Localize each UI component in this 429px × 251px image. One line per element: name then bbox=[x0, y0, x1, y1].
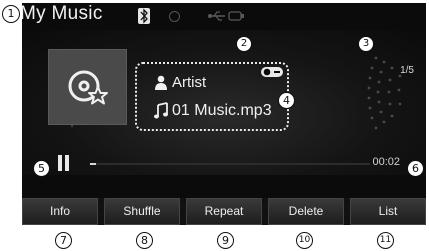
bluetooth-icon bbox=[138, 8, 150, 24]
callout-5: 5 bbox=[33, 160, 50, 177]
callout-6: 6 bbox=[407, 160, 424, 177]
progress-fill bbox=[90, 163, 96, 165]
list-button[interactable]: List bbox=[350, 198, 426, 225]
speaker-pattern-right bbox=[367, 56, 402, 130]
button-bar: Info Shuffle Repeat Delete List bbox=[22, 198, 426, 225]
repeat-one-icon bbox=[261, 67, 283, 77]
artist-label: Artist bbox=[172, 74, 207, 91]
repeat-button[interactable]: Repeat bbox=[186, 198, 262, 225]
callout-8: 8 bbox=[136, 232, 153, 249]
callout-1: 1 bbox=[2, 5, 20, 23]
pause-button[interactable] bbox=[58, 155, 70, 171]
playback-progress-row: 00:02 bbox=[22, 153, 426, 175]
callout-11: 11 bbox=[377, 232, 394, 249]
progress-bar[interactable] bbox=[90, 163, 370, 165]
callout-3: 3 bbox=[358, 36, 374, 52]
pause-icon-bar-right bbox=[65, 155, 69, 171]
callout-9: 9 bbox=[217, 232, 234, 249]
page-title: My Music bbox=[22, 3, 103, 24]
shuffle-button[interactable]: Shuffle bbox=[104, 198, 180, 225]
callout-10: 10 bbox=[296, 232, 313, 249]
callout-7: 7 bbox=[55, 232, 72, 249]
disc-icon bbox=[169, 11, 180, 22]
music-note-icon bbox=[154, 102, 168, 119]
delete-button[interactable]: Delete bbox=[268, 198, 344, 225]
elapsed-time: 00:02 bbox=[372, 156, 400, 168]
callout-2: 2 bbox=[236, 36, 252, 52]
title-bar: My Music bbox=[22, 3, 426, 30]
info-button[interactable]: Info bbox=[22, 198, 98, 225]
usb-icon bbox=[208, 11, 244, 21]
album-art bbox=[48, 49, 127, 125]
callout-4: 4 bbox=[278, 92, 295, 109]
pause-icon-bar-left bbox=[58, 155, 62, 171]
track-counter: 1/5 bbox=[400, 65, 414, 76]
artist-icon bbox=[155, 75, 167, 90]
filename-label: 01 Music.mp3 bbox=[172, 102, 272, 119]
music-disc-star-icon bbox=[68, 70, 108, 105]
